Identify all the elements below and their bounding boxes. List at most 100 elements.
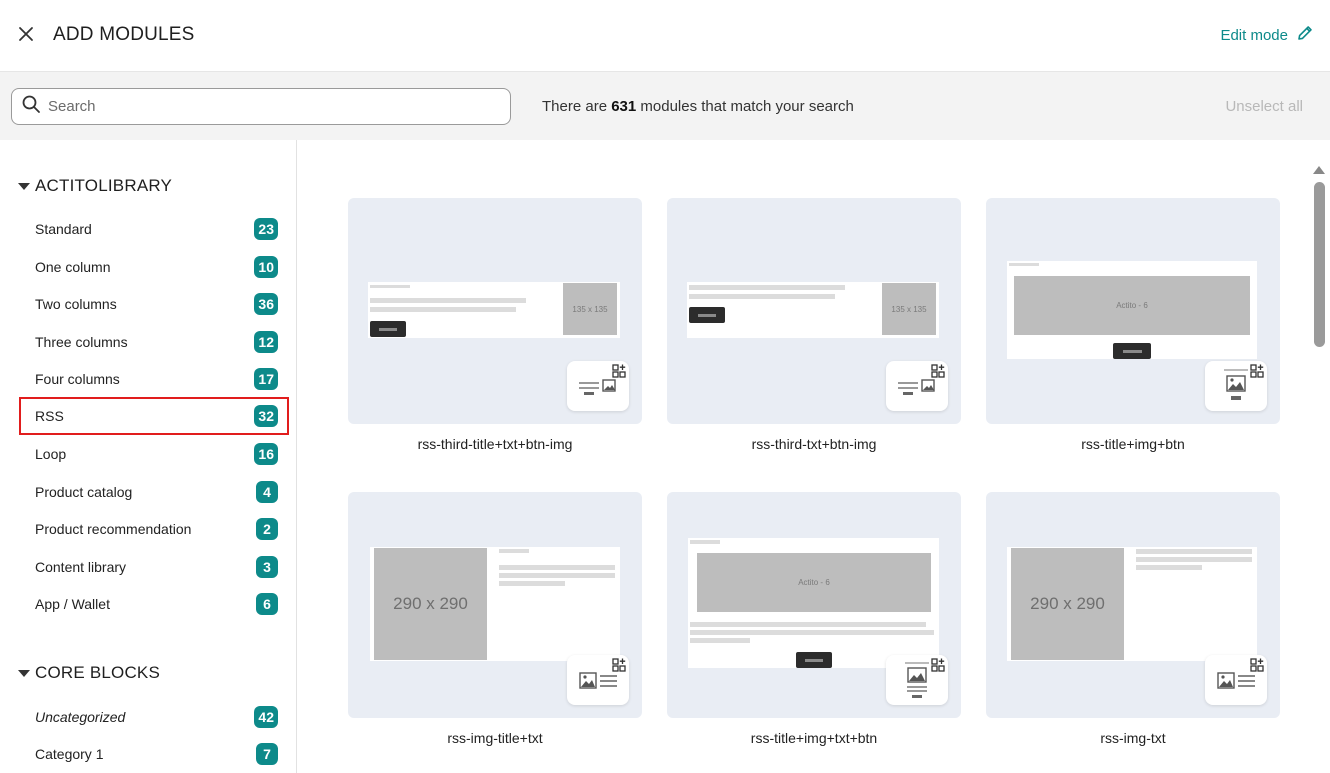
- module-name: rss-title+img+btn: [1081, 436, 1185, 452]
- sidebar-item-standard[interactable]: Standard 23: [19, 210, 289, 248]
- sidebar-item-app-wallet[interactable]: App / Wallet 6: [19, 585, 289, 623]
- thumb-placeholder-text: 135 x 135: [563, 283, 617, 335]
- module-card[interactable]: 290 x 290 rss-img-txt: [986, 492, 1280, 746]
- title-image-text-button-icon: [886, 655, 948, 705]
- count-badge: 42: [254, 706, 278, 728]
- edit-mode-label: Edit mode: [1220, 26, 1288, 44]
- search-toolbar: There are 631 modules that match your se…: [0, 72, 1330, 140]
- layout-preview: Actito - 6: [688, 538, 939, 668]
- count-badge: 16: [254, 443, 278, 465]
- text-image-icon: [567, 361, 629, 411]
- category-label: Product catalog: [35, 484, 133, 500]
- pencil-icon: [1296, 24, 1314, 46]
- module-thumbnail: 135 x 135: [348, 198, 642, 424]
- thumb-placeholder-text: Actito - 6: [697, 553, 931, 612]
- sidebar-item-three-columns[interactable]: Three columns 12: [19, 323, 289, 361]
- scrollbar-thumb[interactable]: [1314, 182, 1325, 347]
- count-badge: 3: [256, 556, 278, 578]
- module-thumbnail: 290 x 290: [986, 492, 1280, 718]
- category-label: Standard: [35, 221, 92, 237]
- scroll-up-arrow-icon[interactable]: [1313, 166, 1325, 174]
- module-grid: 135 x 135 rss-third-title+txt+btn-img 13…: [298, 140, 1330, 773]
- module-card[interactable]: 135 x 135 rss-third-txt+btn-img: [667, 198, 961, 452]
- search-field[interactable]: [11, 88, 511, 125]
- group-title: CORE BLOCKS: [35, 663, 161, 682]
- collapse-triangle-icon: [18, 183, 30, 190]
- count-badge: 17: [254, 368, 278, 390]
- sidebar-item-two-columns[interactable]: Two columns 36: [19, 285, 289, 323]
- layout-preview: 135 x 135: [368, 282, 620, 338]
- match-count-text: There are 631 modules that match your se…: [542, 98, 854, 115]
- module-name: rss-title+img+txt+btn: [750, 730, 878, 746]
- module-card[interactable]: Actito - 6 rss-title+img+txt+btn: [667, 492, 961, 746]
- sidebar-item-product-recommendation[interactable]: Product recommendation 2: [19, 510, 289, 548]
- group-header-core-blocks[interactable]: CORE BLOCKS: [18, 663, 160, 683]
- category-label: Category 1: [35, 746, 104, 762]
- close-icon[interactable]: [14, 22, 38, 46]
- category-label: Three columns: [35, 334, 128, 350]
- count-badge: 4: [256, 481, 278, 503]
- group-title: ACTITOLIBRARY: [35, 176, 173, 195]
- layout-preview: Actito - 6: [1007, 261, 1257, 359]
- title-image-button-icon: [1205, 361, 1267, 411]
- match-suffix: modules that match your search: [636, 98, 854, 115]
- sidebar-item-loop[interactable]: Loop 16: [19, 435, 289, 473]
- modal-title: ADD MODULES: [53, 24, 195, 45]
- modal-header: ADD MODULES Edit mode: [0, 0, 1330, 72]
- module-card[interactable]: 135 x 135 rss-third-title+txt+btn-img: [348, 198, 642, 452]
- sidebar-item-rss[interactable]: RSS 32: [19, 397, 289, 435]
- sidebar-item-category-1[interactable]: Category 1 7: [19, 735, 289, 773]
- thumb-placeholder-text: 135 x 135: [882, 283, 936, 335]
- sidebar-item-uncategorized[interactable]: Uncategorized 42: [19, 698, 289, 736]
- thumb-placeholder-text: Actito - 6: [1014, 276, 1250, 335]
- module-name: rss-img-title+txt: [447, 730, 543, 746]
- image-text-icon: [567, 655, 629, 705]
- category-label: App / Wallet: [35, 596, 110, 612]
- text-image-icon: [886, 361, 948, 411]
- module-thumbnail: 290 x 290: [348, 492, 642, 718]
- module-card[interactable]: 290 x 290 rss-img-title+txt: [348, 492, 642, 746]
- count-badge: 36: [254, 293, 278, 315]
- category-sidebar: ACTITOLIBRARY Standard 23 One column 10 …: [0, 140, 297, 773]
- count-badge: 2: [256, 518, 278, 540]
- match-prefix: There are: [542, 98, 612, 115]
- category-label: Product recommendation: [35, 521, 192, 537]
- category-label: RSS: [35, 408, 64, 424]
- sidebar-item-one-column[interactable]: One column 10: [19, 248, 289, 286]
- image-text-icon: [1205, 655, 1267, 705]
- thumb-placeholder-text: 290 x 290: [1011, 548, 1124, 660]
- module-name: rss-img-txt: [1100, 730, 1166, 746]
- group-header-actitolibrary[interactable]: ACTITOLIBRARY: [18, 176, 172, 196]
- collapse-triangle-icon: [18, 670, 30, 677]
- layout-preview: 290 x 290: [370, 547, 620, 661]
- sidebar-item-four-columns[interactable]: Four columns 17: [19, 360, 289, 398]
- edit-mode-button[interactable]: Edit mode: [1220, 24, 1314, 46]
- count-badge: 10: [254, 256, 278, 278]
- layout-preview: 290 x 290: [1007, 547, 1257, 661]
- count-badge: 7: [256, 743, 278, 765]
- match-count: 631: [611, 98, 637, 115]
- category-label: Content library: [35, 559, 127, 575]
- module-name: rss-third-title+txt+btn-img: [417, 436, 573, 452]
- category-label: Loop: [35, 446, 67, 462]
- category-label: Uncategorized: [35, 709, 126, 725]
- sidebar-item-product-catalog[interactable]: Product catalog 4: [19, 473, 289, 511]
- search-icon: [12, 94, 41, 119]
- module-thumbnail: Actito - 6: [986, 198, 1280, 424]
- thumb-placeholder-text: 290 x 290: [374, 548, 487, 660]
- module-thumbnail: Actito - 6: [667, 492, 961, 718]
- category-label: Four columns: [35, 371, 120, 387]
- module-card[interactable]: Actito - 6 rss-title+img+btn: [986, 198, 1280, 452]
- search-input[interactable]: [48, 98, 488, 115]
- layout-preview: 135 x 135: [687, 282, 939, 338]
- module-name: rss-third-txt+btn-img: [751, 436, 877, 452]
- count-badge: 6: [256, 593, 278, 615]
- count-badge: 32: [254, 405, 278, 427]
- category-label: Two columns: [35, 296, 117, 312]
- sidebar-item-content-library[interactable]: Content library 3: [19, 548, 289, 586]
- count-badge: 12: [254, 331, 278, 353]
- count-badge: 23: [254, 218, 278, 240]
- unselect-all-button[interactable]: Unselect all: [1225, 98, 1303, 115]
- category-label: One column: [35, 259, 111, 275]
- module-thumbnail: 135 x 135: [667, 198, 961, 424]
